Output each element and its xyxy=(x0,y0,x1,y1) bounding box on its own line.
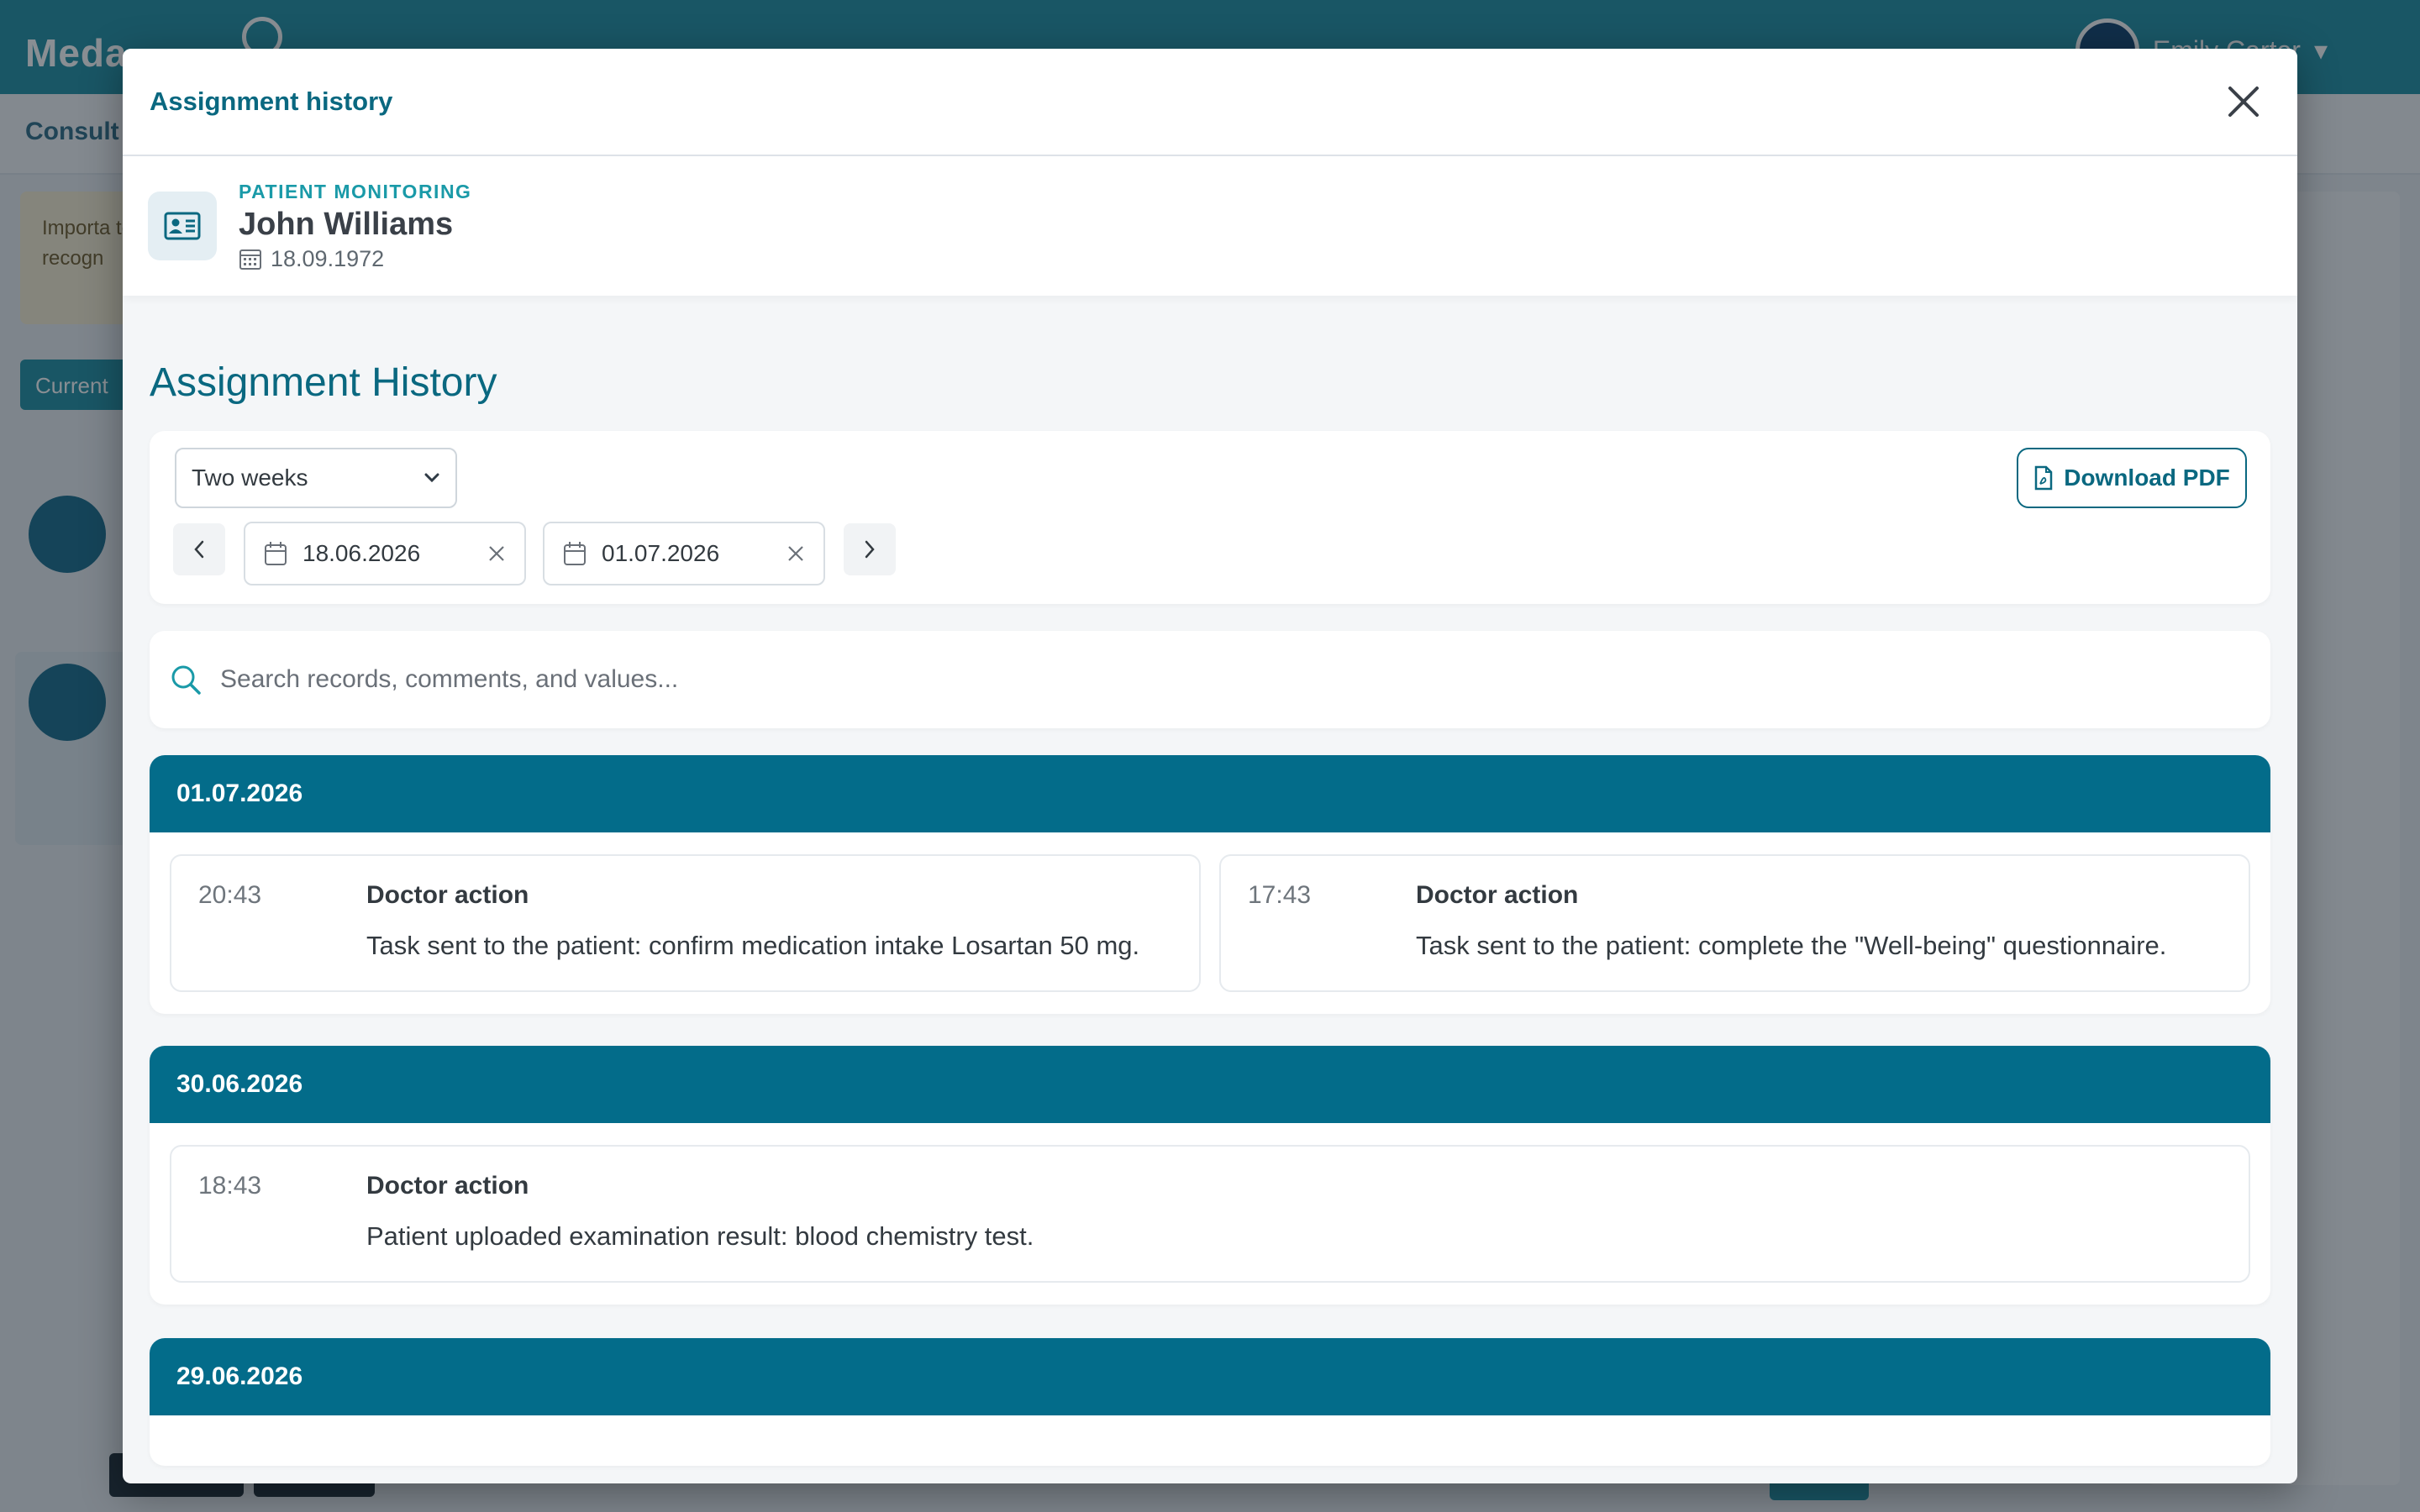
close-button[interactable] xyxy=(2217,75,2270,129)
day-header: 01.07.2026 xyxy=(150,755,2270,832)
download-pdf-button[interactable]: Download PDF xyxy=(2017,448,2247,508)
entry-text: Task sent to the patient: confirm medica… xyxy=(366,931,1140,960)
history-entry[interactable]: 18:43 Doctor action Patient uploaded exa… xyxy=(170,1145,2250,1283)
modal-title: Assignment history xyxy=(150,87,393,116)
patient-info: PATIENT MONITORING John Williams 18.09.1… xyxy=(239,181,471,272)
date-from-field[interactable]: 18.06.2026 xyxy=(244,522,526,585)
patient-dob: 18.09.1972 xyxy=(239,246,471,272)
pdf-file-icon xyxy=(2034,465,2053,491)
calendar-icon xyxy=(564,542,586,565)
patient-bar: PATIENT MONITORING John Williams 18.09.1… xyxy=(123,156,2297,296)
day-header: 29.06.2026 xyxy=(150,1338,2270,1415)
entry-text: Patient uploaded examination result: blo… xyxy=(366,1221,1034,1251)
day-group: 29.06.2026 xyxy=(150,1338,2270,1466)
entry-text: Task sent to the patient: complete the "… xyxy=(1416,931,2167,960)
search-input[interactable] xyxy=(220,665,2250,694)
clear-date-to-icon[interactable] xyxy=(786,544,805,563)
section-title: Assignment History xyxy=(150,360,497,405)
entry-time: 20:43 xyxy=(198,881,262,909)
entry-time: 17:43 xyxy=(1248,881,1312,909)
modal-header: Assignment history xyxy=(123,49,2297,156)
date-from-value: 18.06.2026 xyxy=(302,540,421,566)
day-group: 01.07.2026 20:43 Doctor action Task sent… xyxy=(150,755,2270,1014)
assignment-history-modal: Assignment history PATIENT MONITORING Jo… xyxy=(123,49,2297,1483)
day-group: 30.06.2026 18:43 Doctor action Patient u… xyxy=(150,1046,2270,1305)
calendar-icon xyxy=(265,542,287,565)
day-entries: 20:43 Doctor action Task sent to the pat… xyxy=(150,832,2270,1014)
id-card-icon xyxy=(148,192,217,260)
day-entries xyxy=(150,1415,2270,1466)
history-entry[interactable]: 20:43 Doctor action Task sent to the pat… xyxy=(170,854,1201,992)
chevron-down-icon xyxy=(424,473,439,483)
chevron-right-icon xyxy=(865,540,875,559)
search-icon xyxy=(171,665,201,695)
history-entry[interactable]: 17:43 Doctor action Task sent to the pat… xyxy=(1219,854,2250,992)
patient-dob-value: 18.09.1972 xyxy=(271,245,385,271)
entry-type: Doctor action xyxy=(366,1172,529,1200)
download-pdf-label: Download PDF xyxy=(2064,465,2230,491)
entry-type: Doctor action xyxy=(1416,881,1579,909)
day-entries: 18:43 Doctor action Patient uploaded exa… xyxy=(150,1123,2270,1305)
patient-name: John Williams xyxy=(239,206,454,242)
date-to-value: 01.07.2026 xyxy=(602,540,720,566)
entry-type: Doctor action xyxy=(366,881,529,909)
entry-time: 18:43 xyxy=(198,1172,262,1200)
previous-period-button[interactable] xyxy=(173,523,225,575)
filter-card: Two weeks Download PDF 18.06.2026 01.07.… xyxy=(150,431,2270,604)
date-to-field[interactable]: 01.07.2026 xyxy=(543,522,825,585)
calendar-grid-icon xyxy=(239,249,261,270)
close-icon xyxy=(2228,87,2259,117)
day-header: 30.06.2026 xyxy=(150,1046,2270,1123)
period-select-value: Two weeks xyxy=(192,465,308,491)
clear-date-from-icon[interactable] xyxy=(487,544,506,563)
next-period-button[interactable] xyxy=(844,523,896,575)
period-select[interactable]: Two weeks xyxy=(175,448,457,508)
patient-section-label: PATIENT MONITORING xyxy=(239,180,472,202)
chevron-left-icon xyxy=(194,540,204,559)
search-bar xyxy=(150,631,2270,728)
modal-content: Assignment History Two weeks Download PD… xyxy=(123,360,2297,1466)
